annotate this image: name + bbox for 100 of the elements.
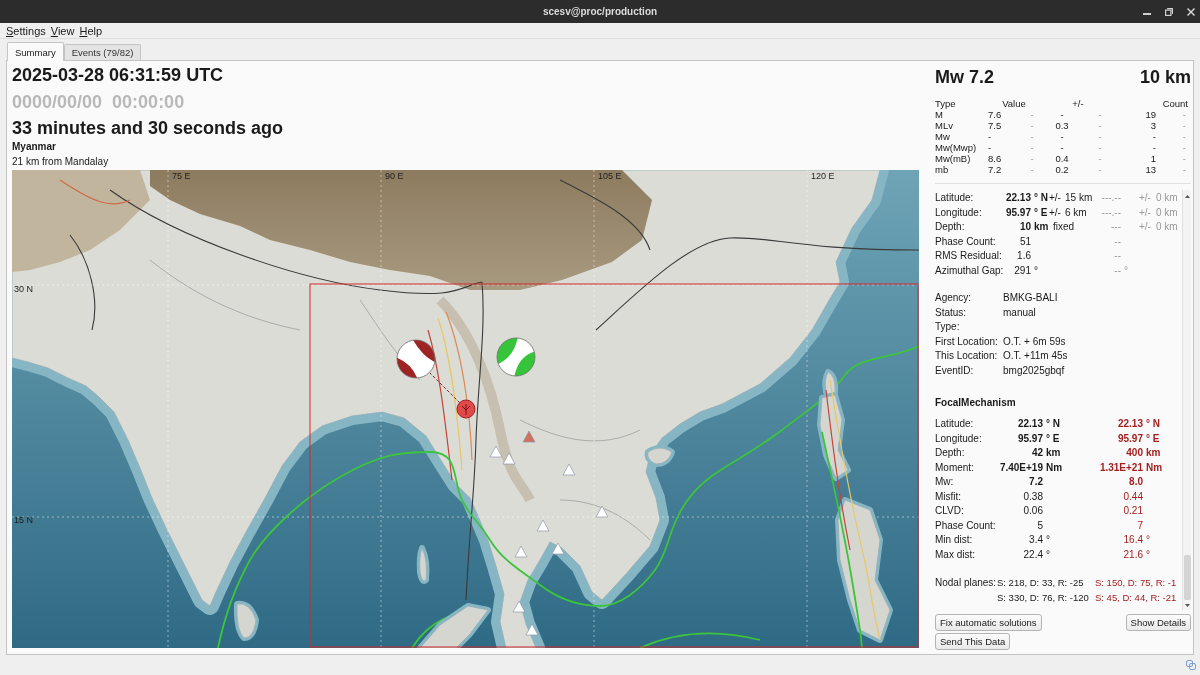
field-value: S: 330, D: 76, R: -120 <box>997 590 1089 605</box>
minimize-icon[interactable] <box>1143 12 1151 15</box>
unit-text: km <box>1146 446 1161 460</box>
field-value: BMKG-BALI <box>1003 291 1058 305</box>
unit-text: ° <box>1146 547 1150 562</box>
error-text: fixed <box>1053 220 1075 234</box>
reference-cell: - <box>1182 142 1186 153</box>
show-details-button[interactable]: Show Details <box>1125 614 1191 631</box>
reference-value: ---.-- <box>1101 191 1121 205</box>
restore-icon[interactable] <box>1165 7 1173 16</box>
unit-text: ° N <box>1046 417 1060 431</box>
table-cell: - <box>1152 131 1156 142</box>
table-cell: Mw <box>935 131 950 142</box>
reference-cell: - <box>1098 120 1102 131</box>
close-icon[interactable] <box>1187 7 1195 16</box>
field-label: Nodal planes: <box>935 576 997 590</box>
reference-cell: - <box>1182 153 1186 164</box>
field-value: 95.97 <box>1117 431 1143 446</box>
field-label: Depth: <box>935 220 965 234</box>
reference-cell: - <box>1030 120 1034 131</box>
section-title: FocalMechanism <box>935 396 1016 410</box>
scrollbar-thumb[interactable] <box>1183 555 1191 600</box>
tab[interactable]: Events (79/82) <box>63 44 142 60</box>
reference-value: --- <box>1111 220 1121 234</box>
distance-text: 21 km from Mandalay <box>12 155 109 168</box>
table-cell: - <box>988 131 992 142</box>
island <box>233 600 259 641</box>
field-value: 0.44 <box>1123 489 1143 504</box>
field-value: 22.13 <box>1017 417 1043 431</box>
field-value: 95.97 <box>1017 431 1043 446</box>
field-label: Agency: <box>935 291 972 305</box>
field-value: 42 <box>1031 446 1043 460</box>
reference-cell: - <box>1030 131 1034 142</box>
plus-minus-text: +/- <box>1139 205 1151 220</box>
link-icon <box>1186 660 1196 670</box>
field-value: 0.21 <box>1123 504 1143 518</box>
field-value: O.T. +11m 45s <box>1003 349 1068 363</box>
event-age: 33 minutes and 30 seconds ago <box>12 117 284 139</box>
reference-cell: - <box>1030 142 1034 153</box>
magnitude-heading: Mw 7.2 <box>935 66 995 88</box>
field-value: S: 218, D: 33, R: -25 <box>997 576 1084 590</box>
field-label: Moment: <box>935 460 974 475</box>
table-cell: mb <box>935 164 949 175</box>
unit-text: ° E <box>1034 205 1048 220</box>
reference-time: 0000/00/00 00:00:00 <box>12 91 185 113</box>
field-value: 1.31E+21 <box>1099 460 1143 475</box>
field-label: Depth: <box>935 446 965 460</box>
plus-minus-text: +/- <box>1139 191 1151 205</box>
send-data-button[interactable]: Send This Data <box>935 633 1011 650</box>
reference-cell: - <box>1030 164 1034 175</box>
reference-error: 0 km <box>1156 191 1178 205</box>
reference-cell: - <box>1182 164 1186 175</box>
field-value: 0.06 <box>1023 504 1043 518</box>
field-value: 22.4 <box>1023 547 1043 562</box>
unit-text: ° <box>1046 547 1050 562</box>
grid-label: 105 E <box>598 171 622 182</box>
reference-cell: - <box>1098 153 1102 164</box>
field-label: Longitude: <box>935 431 982 446</box>
table-cell: - <box>1152 142 1156 153</box>
grid-label: 90 E <box>385 171 404 182</box>
field-label: Phase Count: <box>935 234 996 249</box>
field-value: S: 45, D: 44, R: -21 <box>1095 590 1177 605</box>
reference-cell: - <box>1182 131 1186 142</box>
column-header: +/- <box>1072 98 1084 109</box>
column-header: Value <box>1002 98 1026 109</box>
reference-value: -- <box>1114 234 1121 249</box>
unit-text: ° <box>1046 533 1050 547</box>
unit-text: ° N <box>1034 191 1048 205</box>
island <box>416 545 430 584</box>
unit-text: Nm <box>1146 460 1163 475</box>
grid-label: 75 E <box>172 171 191 182</box>
caret-up-icon[interactable] <box>1184 195 1190 198</box>
reference-cell: - <box>1182 109 1186 120</box>
field-value: S: 150, D: 75, R: -1 <box>1095 576 1177 590</box>
grid-label: 120 E <box>811 171 835 182</box>
table-cell: 8.6 <box>988 153 1002 164</box>
reference-cell: - <box>1098 142 1102 153</box>
field-label: Type: <box>935 320 960 334</box>
field-value: 7.2 <box>1029 475 1043 489</box>
menu-item[interactable]: Settings <box>6 23 46 38</box>
fix-solutions-button[interactable]: Fix automatic solutions <box>935 614 1042 631</box>
unit-text: km <box>1046 446 1061 460</box>
reference-cell: - <box>1098 109 1102 120</box>
menu-item[interactable]: View <box>50 23 75 38</box>
plus-minus-text: +/- <box>1049 205 1061 220</box>
menu-item[interactable]: Help <box>79 23 103 38</box>
tab[interactable]: Summary <box>7 42 64 61</box>
reference-cell: - <box>1098 131 1102 142</box>
field-label: Latitude: <box>935 417 974 431</box>
scrollbar[interactable] <box>1182 190 1191 610</box>
table-cell: - <box>1060 109 1064 120</box>
field-value: manual <box>1003 305 1036 320</box>
plus-minus-text: +/- <box>1139 220 1151 234</box>
table-cell: 0.4 <box>1055 153 1069 164</box>
table-cell: - <box>988 142 992 153</box>
column-header: Count <box>1162 98 1188 109</box>
field-value: 21.6 <box>1123 547 1143 562</box>
caret-down-icon[interactable] <box>1184 604 1190 607</box>
error-text: 15 km <box>1065 191 1093 205</box>
depth-heading: 10 km <box>1139 66 1191 88</box>
